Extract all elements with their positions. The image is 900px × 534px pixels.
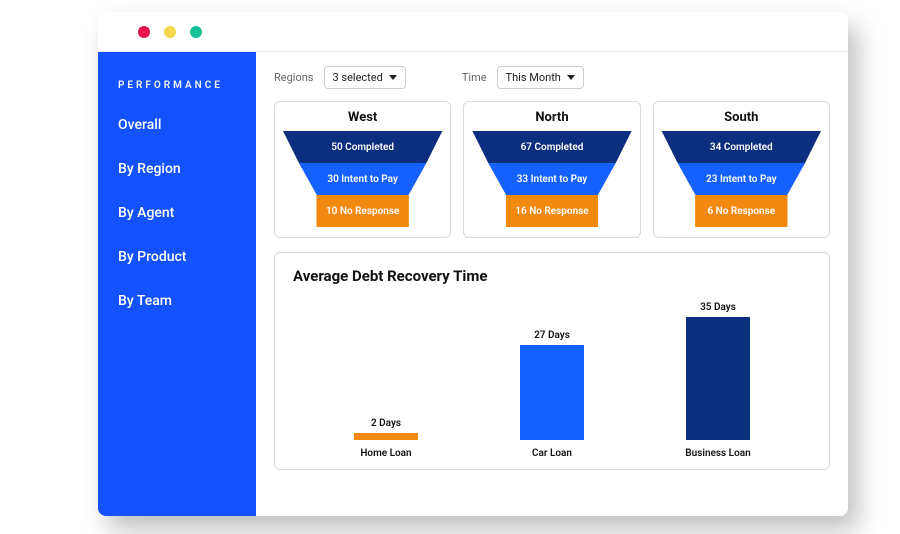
funnel-cards-row: West 50 Completed 30 Intent to Pay 10 No… bbox=[274, 101, 830, 238]
window-close-dot[interactable] bbox=[138, 26, 150, 38]
bar-wrap: 35 Days Business Loan bbox=[663, 302, 773, 459]
chevron-down-icon bbox=[389, 75, 397, 80]
sidebar-item-by-region[interactable]: By Region bbox=[118, 161, 236, 177]
funnel-seg-noresp: 16 No Response bbox=[506, 195, 598, 227]
bar-category-label: Home Loan bbox=[360, 448, 411, 459]
sidebar-section-title: PERFORMANCE bbox=[118, 80, 236, 91]
time-select-value: This Month bbox=[506, 71, 561, 84]
bar-category-label: Car Loan bbox=[532, 448, 572, 459]
bar-chart-area: 2 Days Home Loan 27 Days Car Loan 35 Days Bus… bbox=[293, 289, 811, 459]
chevron-down-icon bbox=[567, 75, 575, 80]
bar-chart-title: Average Debt Recovery Time bbox=[293, 267, 811, 285]
window-minimize-dot[interactable] bbox=[164, 26, 176, 38]
funnel-chart: 34 Completed 23 Intent to Pay 6 No Respo… bbox=[662, 131, 821, 227]
sidebar-item-by-team[interactable]: By Team bbox=[118, 293, 236, 309]
main-content: Regions 3 selected Time This Month West … bbox=[256, 52, 848, 516]
bar-value-label: 27 Days bbox=[534, 330, 570, 341]
sidebar: PERFORMANCE Overall By Region By Agent B… bbox=[98, 52, 256, 516]
bar bbox=[520, 345, 584, 440]
funnel-card-west: West 50 Completed 30 Intent to Pay 10 No… bbox=[274, 101, 451, 238]
bar-wrap: 2 Days Home Loan bbox=[331, 418, 441, 459]
bar-value-label: 2 Days bbox=[371, 418, 401, 429]
funnel-card-north: North 67 Completed 33 Intent to Pay 16 N… bbox=[463, 101, 640, 238]
funnel-card-title: South bbox=[662, 110, 821, 125]
funnel-seg-intent: 23 Intent to Pay bbox=[678, 163, 805, 195]
time-filter-label: Time bbox=[462, 71, 487, 84]
bar bbox=[354, 433, 418, 440]
funnel-seg-completed: 50 Completed bbox=[283, 131, 442, 163]
bar-value-label: 35 Days bbox=[700, 302, 736, 313]
filter-bar: Regions 3 selected Time This Month bbox=[274, 66, 830, 89]
bar bbox=[686, 317, 750, 440]
funnel-seg-completed: 67 Completed bbox=[472, 131, 631, 163]
regions-select[interactable]: 3 selected bbox=[324, 66, 406, 89]
bar-category-label: Business Loan bbox=[685, 448, 750, 459]
funnel-seg-noresp: 6 No Response bbox=[695, 195, 787, 227]
funnel-chart: 50 Completed 30 Intent to Pay 10 No Resp… bbox=[283, 131, 442, 227]
app-window: PERFORMANCE Overall By Region By Agent B… bbox=[98, 12, 848, 516]
time-select[interactable]: This Month bbox=[497, 66, 584, 89]
bar-wrap: 27 Days Car Loan bbox=[497, 330, 607, 459]
regions-filter-label: Regions bbox=[274, 71, 314, 84]
funnel-seg-intent: 33 Intent to Pay bbox=[488, 163, 615, 195]
sidebar-item-by-agent[interactable]: By Agent bbox=[118, 205, 236, 221]
funnel-card-south: South 34 Completed 23 Intent to Pay 6 No… bbox=[653, 101, 830, 238]
window-maximize-dot[interactable] bbox=[190, 26, 202, 38]
funnel-seg-intent: 30 Intent to Pay bbox=[299, 163, 426, 195]
funnel-seg-completed: 34 Completed bbox=[662, 131, 821, 163]
sidebar-item-overall[interactable]: Overall bbox=[118, 117, 236, 133]
regions-select-value: 3 selected bbox=[333, 71, 383, 84]
funnel-chart: 67 Completed 33 Intent to Pay 16 No Resp… bbox=[472, 131, 631, 227]
funnel-seg-noresp: 10 No Response bbox=[316, 195, 408, 227]
titlebar bbox=[98, 12, 848, 52]
bar-chart-card: Average Debt Recovery Time 2 Days Home Lo… bbox=[274, 252, 830, 470]
sidebar-item-by-product[interactable]: By Product bbox=[118, 249, 236, 265]
funnel-card-title: West bbox=[283, 110, 442, 125]
funnel-card-title: North bbox=[472, 110, 631, 125]
